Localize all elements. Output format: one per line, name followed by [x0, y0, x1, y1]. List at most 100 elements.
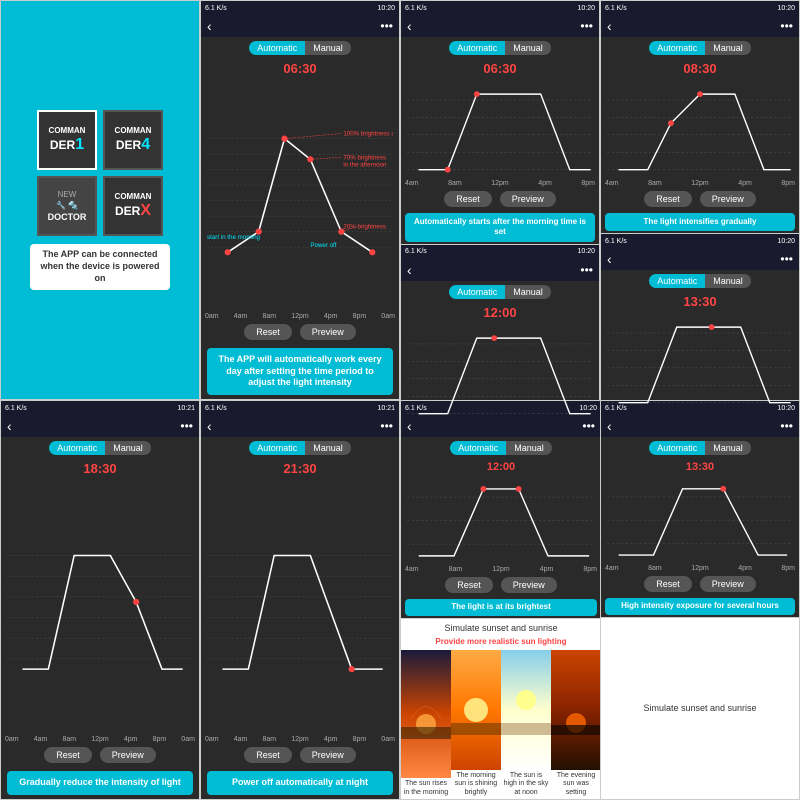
reset-preview-p3: Reset Preview	[401, 191, 599, 207]
ann-text-5: Power off	[310, 242, 336, 249]
time-display-p5: 12:00	[401, 305, 599, 320]
dot-p5b-2	[516, 486, 522, 492]
caption-p2: The APP will automatically work every da…	[207, 348, 393, 395]
manual-mode-p8[interactable]: Manual	[305, 441, 351, 455]
graph-labels-p8: 0am4am8am12pm4pm8pm0am	[201, 736, 399, 743]
graph-area-p5	[401, 322, 599, 424]
graph-svg-p8	[207, 480, 393, 734]
back-button-p7[interactable]: ‹	[7, 418, 12, 434]
auto-mode-p5[interactable]: Automatic	[449, 285, 505, 299]
dot-p7-1	[133, 599, 139, 605]
app-header-p5: ‹ •••	[401, 259, 599, 281]
manual-mode-p6b[interactable]: Manual	[705, 441, 751, 455]
dot-p5b-1	[480, 486, 486, 492]
reset-button-p5b[interactable]: Reset	[445, 577, 493, 593]
sunset-subtitle: Provide more realistic sun lighting	[401, 637, 601, 650]
back-button-p3[interactable]: ‹	[407, 18, 412, 34]
preview-button-p5b[interactable]: Preview	[501, 577, 557, 593]
more-button-p6b[interactable]: •••	[780, 419, 793, 433]
preview-button-p2[interactable]: Preview	[300, 324, 356, 340]
sunset-img-3: The sun is high in the sky at noon	[501, 650, 551, 799]
signal-p2: 6.1 K/s	[205, 5, 227, 12]
sunset-img-4: The evening sun was setting	[551, 650, 601, 799]
manual-mode-p5b[interactable]: Manual	[506, 441, 552, 455]
dot-p6b-1	[720, 486, 726, 492]
more-button-p4[interactable]: •••	[780, 19, 793, 33]
ann-line-2	[310, 157, 341, 159]
sunset-title: Simulate sunset and sunrise	[401, 619, 601, 637]
placeholder-text: Simulate sunset and sunrise	[639, 699, 760, 717]
graph-area-p3	[401, 78, 599, 180]
manual-mode-p6[interactable]: Manual	[705, 274, 751, 288]
app-icon-doctor[interactable]: NEW 🔧🔩 DOCTOR	[37, 176, 97, 236]
more-button-p3[interactable]: •••	[580, 19, 593, 33]
more-button-p5[interactable]: •••	[580, 263, 593, 277]
reset-button-p8[interactable]: Reset	[244, 747, 292, 763]
reset-button-p6b[interactable]: Reset	[644, 576, 692, 592]
back-button-p6[interactable]: ‹	[607, 251, 612, 267]
panel-3: 6.1 K/s 10:20 ‹ ••• Automatic Manual 06:…	[401, 1, 599, 245]
preview-button-p8[interactable]: Preview	[300, 747, 356, 763]
manual-mode-p4[interactable]: Manual	[705, 41, 751, 55]
manual-mode-p2[interactable]: Manual	[305, 41, 351, 55]
caption-p3: Automatically starts after the morning t…	[405, 213, 595, 242]
panel-7: 6.1 K/s 10:21 ‹ ••• Automatic Manual 18:…	[0, 400, 200, 800]
auto-mode-p7[interactable]: Automatic	[49, 441, 105, 455]
auto-mode-p6b[interactable]: Automatic	[649, 441, 705, 455]
more-button-p8[interactable]: •••	[380, 419, 393, 433]
back-button-p2[interactable]: ‹	[207, 18, 212, 34]
auto-mode-p2[interactable]: Automatic	[249, 41, 305, 55]
preview-button-p4[interactable]: Preview	[700, 191, 756, 207]
mode-toggle-p5b: Automatic Manual	[401, 441, 601, 455]
more-button-p7[interactable]: •••	[180, 419, 193, 433]
sunset-bg-3	[501, 650, 551, 770]
preview-button-p3[interactable]: Preview	[500, 191, 556, 207]
main-grid: COMMAN DER1 COMMAN DER4 NEW 🔧🔩 DOCTOR	[0, 0, 800, 800]
back-button-p6b[interactable]: ‹	[607, 418, 612, 434]
panel-col4: 6.1 K/s 10:20 ‹ ••• Automatic Manual 08:…	[600, 0, 800, 400]
manual-mode-p7[interactable]: Manual	[105, 441, 151, 455]
manual-mode-p3[interactable]: Manual	[505, 41, 551, 55]
reset-button-p2[interactable]: Reset	[244, 324, 292, 340]
preview-button-p7[interactable]: Preview	[100, 747, 156, 763]
sunset-caption-3: The sun is high in the sky at noon	[501, 770, 551, 799]
graph-line-p5	[419, 338, 591, 414]
graph-labels-p3: 4am8am12pm4pm8pm	[401, 180, 599, 187]
app-icon-commanderx[interactable]: COMMAN DERX	[103, 176, 163, 236]
dot-start	[225, 249, 231, 255]
panel-col3: 6.1 K/s 10:20 ‹ ••• Automatic Manual 06:…	[400, 0, 600, 400]
more-button-p2[interactable]: •••	[380, 19, 393, 33]
sunset-caption-4: The evening sun was setting	[551, 770, 601, 799]
preview-button-p6b[interactable]: Preview	[700, 576, 756, 592]
reset-button-p7[interactable]: Reset	[44, 747, 92, 763]
graph-line-p8	[223, 555, 383, 669]
ann-text-4: start in the morning	[207, 234, 261, 241]
app-icon-commander1[interactable]: COMMAN DER1	[37, 110, 97, 170]
dot-p4-1	[668, 120, 674, 126]
auto-mode-p4[interactable]: Automatic	[649, 41, 705, 55]
graph-labels-p4: 4am8am12pm4pm8pm	[601, 180, 799, 187]
auto-mode-p3[interactable]: Automatic	[449, 41, 505, 55]
graph-line-p7	[23, 555, 183, 669]
auto-mode-p5b[interactable]: Automatic	[450, 441, 506, 455]
app-icon-commander4[interactable]: COMMAN DER4	[103, 110, 163, 170]
reset-button-p4[interactable]: Reset	[644, 191, 692, 207]
more-button-p6[interactable]: •••	[780, 252, 793, 266]
back-button-p4[interactable]: ‹	[607, 18, 612, 34]
manual-mode-p5[interactable]: Manual	[505, 285, 551, 299]
dot-p5-1	[491, 335, 497, 341]
app-header-p6b: ‹ •••	[601, 415, 799, 437]
auto-mode-p8[interactable]: Automatic	[249, 441, 305, 455]
reset-button-p3[interactable]: Reset	[444, 191, 492, 207]
back-button-p8[interactable]: ‹	[207, 418, 212, 434]
auto-mode-p6[interactable]: Automatic	[649, 274, 705, 288]
reset-preview-p2: Reset Preview	[201, 324, 399, 340]
dot-p4-2	[697, 91, 703, 97]
back-button-p5[interactable]: ‹	[407, 262, 412, 278]
reset-preview-p8: Reset Preview	[201, 747, 399, 763]
status-bar-p7: 6.1 K/s 10:21	[1, 401, 199, 415]
ann-text-2b: in the afternoon	[343, 162, 387, 169]
mode-toggle-p4: Automatic Manual	[601, 41, 799, 55]
morningsun-svg	[451, 685, 501, 735]
sunset-panel: Simulate sunset and sunrise Provide more…	[401, 619, 601, 799]
